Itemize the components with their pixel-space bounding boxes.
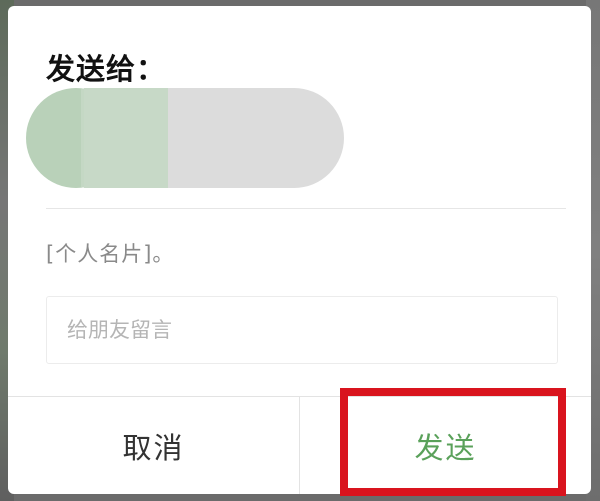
cancel-button[interactable]: 取消 (8, 397, 300, 494)
send-button[interactable]: 发送 (300, 397, 591, 494)
dialog-title: 发送给： (46, 52, 167, 86)
dialog-button-bar: 取消 发送 (8, 396, 591, 494)
recipient-name-blurred (84, 88, 344, 188)
send-to-dialog: 发送给： [个人名片]。 取消 发送 (8, 6, 591, 494)
divider (46, 208, 566, 209)
message-to-friend-input[interactable] (46, 296, 558, 364)
recipient-row (20, 86, 580, 196)
shared-content-label: [个人名片]。 (46, 242, 175, 266)
